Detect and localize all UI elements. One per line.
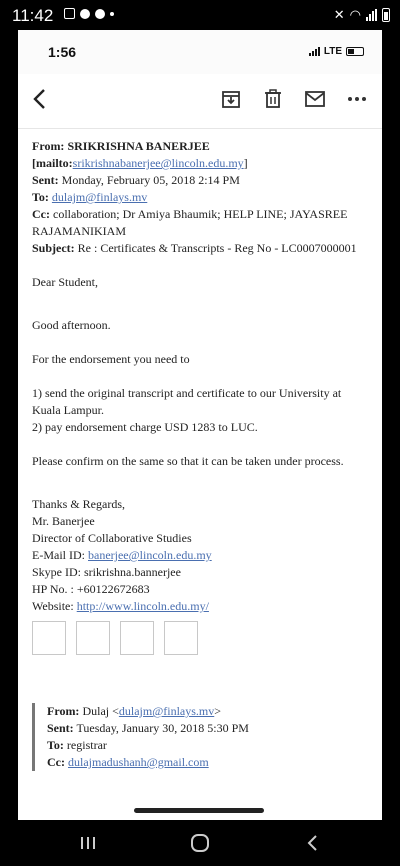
app-notification-icon-2: [95, 8, 105, 19]
greeting: Dear Student,: [32, 275, 98, 289]
outer-status-time: 11:42: [12, 6, 54, 25]
network-label: LTE: [323, 46, 342, 57]
sig-title: Director of Collaborative Studies: [32, 531, 192, 545]
android-nav-bar: [0, 820, 400, 866]
more-notifications-icon: [110, 11, 114, 16]
sent-label: Sent:: [32, 173, 59, 187]
email-screenshot: 1:56 LTE From: SRIKRISHNA BANERJEE [mail…: [18, 30, 382, 820]
gallery-notification-icon: [64, 8, 75, 19]
recent-apps-icon[interactable]: [73, 830, 103, 856]
subject-label: Subject:: [32, 241, 75, 255]
sig-name: Mr. Banerjee: [32, 514, 95, 528]
to-email-link[interactable]: dulajm@finlays.mv: [52, 190, 147, 204]
toolbar-divider: [18, 128, 382, 129]
mail-icon[interactable]: [302, 86, 328, 112]
signature-images: [32, 621, 372, 655]
image-placeholder[interactable]: [32, 621, 66, 655]
sig-website-link[interactable]: http://www.lincoln.edu.my/: [77, 599, 209, 613]
inner-signal-icon: [308, 47, 320, 56]
from-close: ]: [243, 156, 248, 170]
quoted-from-close: >: [214, 704, 222, 718]
quoted-cc-link[interactable]: dulajmadushanh@gmail.com: [68, 755, 209, 769]
battery-icon: [382, 8, 390, 22]
cc-value: collaboration; Dr Amiya Bhaumik; HELP LI…: [32, 207, 348, 238]
back-arrow-icon[interactable]: [26, 86, 52, 112]
email-toolbar: [18, 80, 382, 120]
quoted-cc-label: Cc:: [47, 755, 65, 769]
trash-icon[interactable]: [260, 86, 286, 112]
signal-icon: [366, 9, 377, 21]
archive-icon[interactable]: [218, 86, 244, 112]
app-notification-icon: [80, 8, 90, 19]
inner-status-time: 1:56: [48, 44, 77, 60]
confirm-text: Please confirm on the same so that it ca…: [32, 454, 344, 468]
sig-skype: Skype ID: srikrishna.bannerjee: [32, 565, 181, 579]
home-indicator[interactable]: [134, 808, 264, 813]
sig-email-link[interactable]: banerjee@lincoln.edu.my: [88, 548, 212, 562]
from-email-link[interactable]: srikrishnabanerjee@lincoln.edu.my: [73, 156, 244, 170]
quoted-sent-value: Tuesday, January 30, 2018 5:30 PM: [76, 721, 249, 735]
image-placeholder[interactable]: [164, 621, 198, 655]
quoted-to-value: registrar: [66, 738, 107, 752]
quoted-sent-label: Sent:: [47, 721, 74, 735]
mute-icon: ✕: [333, 7, 345, 22]
cc-label: Cc:: [32, 207, 50, 221]
email-body: From: SRIKRISHNA BANERJEE [mailto:srikri…: [32, 138, 372, 771]
inner-battery-icon: [346, 47, 364, 56]
notification-icons: [64, 8, 114, 19]
system-icons: ✕ ◠: [334, 7, 390, 23]
subject-value: Re : Certificates & Transcripts - Reg No…: [77, 241, 357, 255]
image-placeholder[interactable]: [76, 621, 110, 655]
home-icon[interactable]: [185, 830, 215, 856]
image-placeholder[interactable]: [120, 621, 154, 655]
email-header: From: SRIKRISHNA BANERJEE [mailto:srikri…: [32, 138, 372, 257]
to-label: To:: [32, 190, 49, 204]
from-label: From:: [32, 139, 65, 153]
step-two: 2) pay endorsement charge USD 1283 to LU…: [32, 420, 258, 434]
sig-phone: HP No. : +60122672683: [32, 582, 150, 596]
quoted-from-label: From:: [47, 704, 80, 718]
sig-website-label: Website:: [32, 599, 74, 613]
quoted-from-name: Dulaj <: [82, 704, 119, 718]
salutation: Good afternoon.: [32, 318, 111, 332]
back-icon[interactable]: [297, 830, 327, 856]
quoted-message-header: From: Dulaj <dulajm@finlays.mv> Sent: Tu…: [32, 703, 372, 771]
inner-system-icons: LTE: [308, 46, 364, 57]
inner-status-bar: 1:56 LTE: [18, 30, 382, 74]
more-icon[interactable]: [344, 86, 370, 112]
wifi-icon: ◠: [349, 7, 361, 22]
sig-email-label: E-Mail ID:: [32, 548, 85, 562]
sig-regards: Thanks & Regards,: [32, 497, 125, 511]
quoted-to-label: To:: [47, 738, 64, 752]
intro-text: For the endorsement you need to: [32, 352, 190, 366]
outer-status-bar: 11:42 ✕ ◠: [0, 0, 400, 30]
signature: Thanks & Regards, Mr. Banerjee Director …: [32, 496, 372, 615]
step-one: 1) send the original transcript and cert…: [32, 386, 342, 417]
sent-value: Monday, February 05, 2018 2:14 PM: [61, 173, 240, 187]
quoted-from-link[interactable]: dulajm@finlays.mv: [119, 704, 214, 718]
